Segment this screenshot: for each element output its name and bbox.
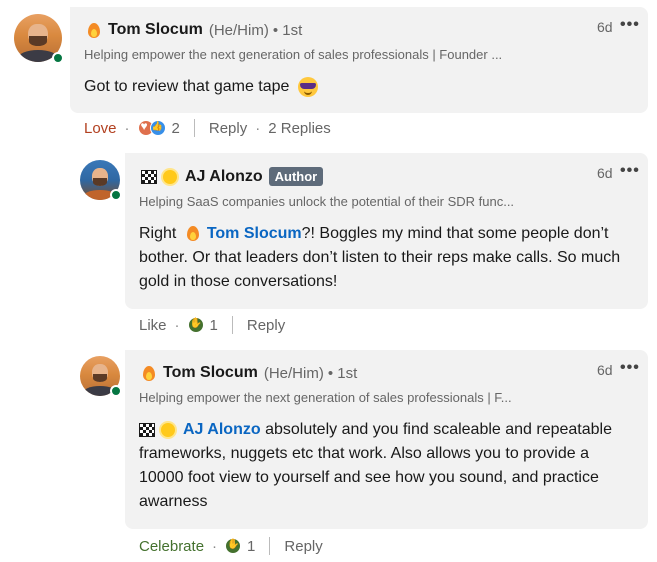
love-reaction-button[interactable]: Love	[84, 120, 117, 137]
checkered-flag-icon	[139, 422, 155, 437]
comment-text: Right Tom Slocum?! Boggles my mind that …	[139, 222, 629, 294]
reaction-count[interactable]: 1	[247, 538, 255, 555]
fire-icon	[143, 365, 155, 381]
view-replies-button[interactable]: 2 Replies	[268, 120, 331, 137]
comment-text: Got to review that game tape	[84, 75, 624, 99]
separator-dot: ·	[255, 119, 261, 137]
mention-aj-alonzo[interactable]: AJ Alonzo	[183, 421, 261, 438]
sunglasses-emoji-icon	[297, 76, 318, 97]
connection-degree: • 1st	[327, 364, 358, 382]
comment-text: AJ Alonzo absolutely and you find scalea…	[139, 418, 629, 514]
reply-button[interactable]: Reply	[284, 538, 322, 555]
online-status-icon	[52, 52, 64, 64]
celebrate-icon	[225, 538, 242, 554]
comment-bubble: AJ Alonzo Author Helping SaaS companies …	[125, 153, 648, 309]
fire-icon	[186, 226, 199, 242]
comment-header: AJ Alonzo Author	[141, 167, 324, 186]
like-icon	[149, 120, 166, 136]
online-status-icon	[110, 385, 122, 397]
sun-icon	[161, 422, 175, 437]
comment-header: Tom Slocum (He/Him) • 1st	[143, 364, 357, 382]
comment-bubble: Tom Slocum (He/Him) • 1st Helping empowe…	[70, 7, 648, 113]
comment-body-prefix: Right	[139, 225, 177, 242]
celebrate-reaction-button[interactable]: Celebrate	[139, 538, 204, 555]
avatar-beard	[92, 178, 108, 187]
reply-button[interactable]: Reply	[247, 317, 285, 334]
divider	[231, 316, 233, 334]
comment-header: Tom Slocum (He/Him) • 1st	[88, 21, 302, 39]
pronouns: (He/Him)	[263, 364, 324, 382]
comment-actions: Celebrate · 1 Reply	[139, 537, 323, 555]
online-status-icon	[110, 189, 122, 201]
divider	[269, 537, 271, 555]
more-options-icon[interactable]: •••	[620, 16, 640, 34]
checkered-flag-icon	[141, 169, 157, 184]
separator-dot: ·	[124, 119, 130, 137]
sun-icon	[163, 169, 177, 184]
comment-time: 6d	[597, 165, 613, 181]
author-name[interactable]: Tom Slocum	[108, 21, 203, 39]
reply-button[interactable]: Reply	[209, 120, 247, 137]
author-name[interactable]: Tom Slocum	[163, 364, 258, 382]
reaction-icons[interactable]	[137, 119, 166, 136]
comment-time: 6d	[597, 19, 613, 35]
like-reaction-button[interactable]: Like	[139, 317, 167, 334]
reaction-count[interactable]: 2	[172, 120, 180, 137]
author-headline[interactable]: Helping SaaS companies unlock the potent…	[139, 194, 579, 209]
divider	[193, 119, 195, 137]
celebrate-icon	[187, 317, 204, 333]
reaction-count[interactable]: 1	[210, 317, 218, 334]
author-badge: Author	[268, 167, 324, 186]
reaction-icons[interactable]	[225, 538, 242, 554]
pronouns: (He/Him)	[208, 21, 269, 39]
avatar-beard	[92, 374, 108, 383]
comment-actions: Love · 2 Reply · 2 Replies	[84, 119, 331, 137]
more-options-icon[interactable]: •••	[620, 162, 640, 180]
comment-body: Got to review that game tape	[84, 78, 290, 95]
connection-degree: • 1st	[272, 21, 303, 39]
separator-dot: ·	[174, 316, 180, 334]
mention-tom-slocum[interactable]: Tom Slocum	[207, 225, 302, 242]
author-headline[interactable]: Helping empower the next generation of s…	[139, 390, 579, 405]
reaction-icons[interactable]	[187, 317, 204, 333]
comment-time: 6d	[597, 362, 613, 378]
author-name[interactable]: AJ Alonzo	[185, 168, 263, 186]
more-options-icon[interactable]: •••	[620, 359, 640, 377]
fire-icon	[88, 22, 100, 38]
author-headline[interactable]: Helping empower the next generation of s…	[84, 47, 574, 62]
avatar-beard	[29, 36, 47, 46]
comment-bubble: Tom Slocum (He/Him) • 1st Helping empowe…	[125, 350, 648, 529]
separator-dot: ·	[212, 537, 218, 555]
comment-actions: Like · 1 Reply	[139, 316, 285, 334]
